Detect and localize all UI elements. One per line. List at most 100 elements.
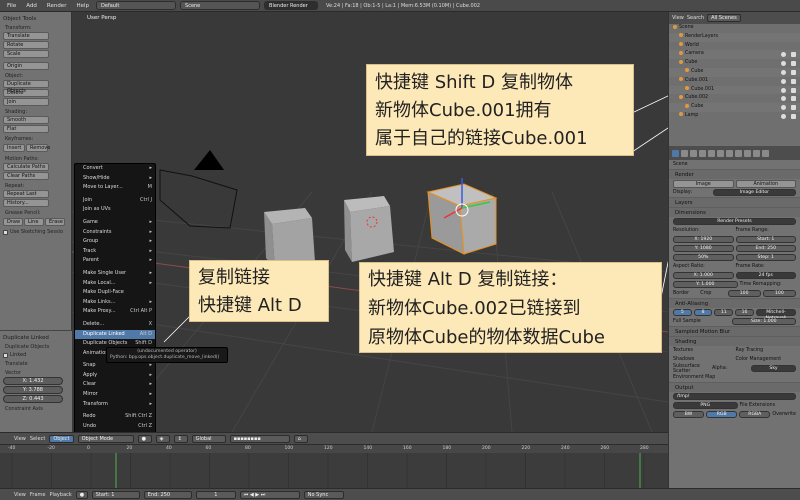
outliner-row[interactable]: World xyxy=(669,42,800,51)
camera-object[interactable] xyxy=(159,150,238,229)
context-menu-item[interactable]: Make Local... ▸ xyxy=(75,279,155,289)
render-camera-icon[interactable] xyxy=(791,96,796,102)
erase-button[interactable]: Erase xyxy=(45,218,65,226)
end-frame-field[interactable]: End: 250 xyxy=(143,490,192,499)
time-old-field[interactable]: 100 xyxy=(727,289,761,298)
render-camera-icon[interactable] xyxy=(791,61,796,67)
layout-selector[interactable]: Default xyxy=(96,1,177,10)
context-menu-item[interactable]: Join as UVs xyxy=(75,205,155,215)
world-tab-icon[interactable] xyxy=(690,149,697,157)
timeline-playback-menu[interactable]: Playback xyxy=(49,492,71,498)
record-icon[interactable]: ● xyxy=(75,490,88,499)
visibility-eye-icon[interactable] xyxy=(781,96,786,102)
context-menu-item[interactable]: Make Single User ▸ xyxy=(75,269,155,279)
texture-tab-icon[interactable] xyxy=(744,149,751,157)
menu-file[interactable]: File xyxy=(4,3,19,9)
context-menu-item[interactable]: Clear ▸ xyxy=(75,380,155,390)
outliner-row[interactable]: Cube.001 xyxy=(669,77,800,86)
context-menu-item[interactable]: Move to Layer... M xyxy=(75,183,155,193)
render-camera-icon[interactable] xyxy=(791,69,796,75)
aa-filter-select[interactable]: Mitchell-Netravali xyxy=(755,308,797,321)
render-image-button[interactable]: Image xyxy=(673,179,734,188)
shadows-checkbox[interactable]: Shadows xyxy=(673,357,734,362)
visibility-eye-icon[interactable] xyxy=(781,113,786,119)
visibility-eye-icon[interactable] xyxy=(781,52,786,58)
constraints-tab-icon[interactable] xyxy=(708,149,715,157)
context-menu-item[interactable]: Make Links... ▸ xyxy=(75,298,155,308)
object-tab-icon[interactable] xyxy=(699,149,706,157)
frame-step-field[interactable]: Step: 1 xyxy=(735,253,796,262)
time-new-field[interactable]: 100 xyxy=(762,289,796,298)
color-bw-button[interactable]: BW xyxy=(673,410,705,419)
fps-select[interactable]: 24 fps xyxy=(735,271,796,280)
render-presets-select[interactable]: Render Presets xyxy=(673,217,796,226)
subsurface-checkbox[interactable]: Subsurface Scatter xyxy=(673,364,710,374)
select-menu[interactable]: Select xyxy=(30,436,45,442)
rotate-button[interactable]: Rotate xyxy=(3,41,49,49)
render-camera-icon[interactable] xyxy=(791,52,796,58)
aspect-y-field[interactable]: Y: 1.000 xyxy=(673,280,738,289)
material-tab-icon[interactable] xyxy=(735,149,742,157)
render-panel-header[interactable]: Render xyxy=(669,169,800,179)
file-extensions-checkbox[interactable]: File Extensions xyxy=(740,403,797,408)
context-menu-item[interactable]: Constraints ▸ xyxy=(75,228,155,238)
timeline-view-menu[interactable]: View xyxy=(14,492,26,498)
outliner-row[interactable]: Camera xyxy=(669,50,800,60)
timeline-editor[interactable]: -40 -20 0 20 40 60 80 100 120 140 160 180 200 220 240 2… xyxy=(0,444,668,489)
shading-mode-icon[interactable]: ● xyxy=(137,434,152,443)
overwrite-checkbox[interactable]: Overwrite xyxy=(772,412,796,417)
sketching-sessions-checkbox[interactable]: Use Sketching Sessio xyxy=(3,229,68,235)
border-checkbox[interactable]: Border xyxy=(673,291,698,296)
vector-x-field[interactable]: X: 1.432 xyxy=(3,377,63,385)
shading-panel-header[interactable]: Shading xyxy=(669,336,800,346)
smooth-button[interactable]: Smooth xyxy=(3,116,49,124)
frame-start-field[interactable]: Start: 1 xyxy=(735,235,796,244)
calculate-paths-button[interactable]: Calculate Paths xyxy=(3,163,49,171)
visibility-eye-icon[interactable] xyxy=(781,105,786,111)
visibility-eye-icon[interactable] xyxy=(781,87,786,93)
textures-checkbox[interactable]: Textures xyxy=(673,348,734,353)
playback-controls[interactable]: ⏮ ◀ ▶ ⏭ xyxy=(239,490,300,499)
aa-samples-11[interactable]: 11 xyxy=(714,308,734,317)
aspect-x-field[interactable]: X: 1.000 xyxy=(673,271,734,280)
cube-001-object[interactable] xyxy=(344,196,394,262)
draw-button[interactable]: Draw xyxy=(3,218,23,226)
origin-button[interactable]: Origin xyxy=(3,62,49,70)
render-camera-icon[interactable] xyxy=(791,78,796,84)
motion-blur-panel-header[interactable]: Sampled Motion Blur xyxy=(669,326,800,336)
color-rgba-button[interactable]: RGBA xyxy=(739,410,771,419)
context-menu-item[interactable]: Convert ▸ xyxy=(75,164,155,174)
layer-buttons[interactable]: ▪▪▪▪▪▪▪▪ xyxy=(229,434,290,443)
physics-tab-icon[interactable] xyxy=(762,149,769,157)
line-button[interactable]: Line xyxy=(24,218,44,226)
orientation-select[interactable]: Global xyxy=(191,434,226,443)
menu-help[interactable]: Help xyxy=(73,3,92,9)
context-menu-item[interactable]: Transform ▸ xyxy=(75,400,155,410)
color-management-checkbox[interactable]: Color Management xyxy=(736,357,797,362)
context-menu-item[interactable]: Track ▸ xyxy=(75,247,155,257)
outliner-row[interactable]: Lamp xyxy=(669,112,800,121)
view-menu[interactable]: View xyxy=(14,436,26,442)
manipulator-icon[interactable]: ↕ xyxy=(173,434,188,443)
repeat-last-button[interactable]: Repeat Last xyxy=(3,190,49,198)
render-camera-icon[interactable] xyxy=(791,113,796,119)
context-menu-item[interactable]: Mirror ▸ xyxy=(75,390,155,400)
snap-icon[interactable]: ⌂ xyxy=(293,434,308,443)
visibility-eye-icon[interactable] xyxy=(781,78,786,84)
resolution-percent-field[interactable]: 50% xyxy=(673,253,734,262)
full-sample-checkbox[interactable]: Full Sample xyxy=(673,319,730,324)
vector-z-field[interactable]: Z: 0.443 xyxy=(3,395,63,403)
translate-button[interactable]: Translate xyxy=(3,32,49,40)
pivot-icon[interactable]: ◈ xyxy=(155,434,170,443)
insert-keyframe-button[interactable]: Insert xyxy=(3,144,25,152)
render-camera-icon[interactable] xyxy=(791,105,796,111)
duplicate-objects-button[interactable]: Duplicate Objects xyxy=(3,80,49,94)
scale-button[interactable]: Scale xyxy=(3,50,49,58)
join-button[interactable]: Join xyxy=(3,98,49,106)
outliner-filter-select[interactable]: All Scenes xyxy=(707,14,742,22)
aa-samples-16[interactable]: 16 xyxy=(735,308,754,317)
ray-tracing-checkbox[interactable]: Ray Tracing xyxy=(736,348,797,353)
context-menu-item[interactable]: Apply ▸ xyxy=(75,371,155,381)
output-panel-header[interactable]: Output xyxy=(669,382,800,392)
context-menu-item[interactable]: Make Proxy... Ctrl Alt P xyxy=(75,307,155,317)
